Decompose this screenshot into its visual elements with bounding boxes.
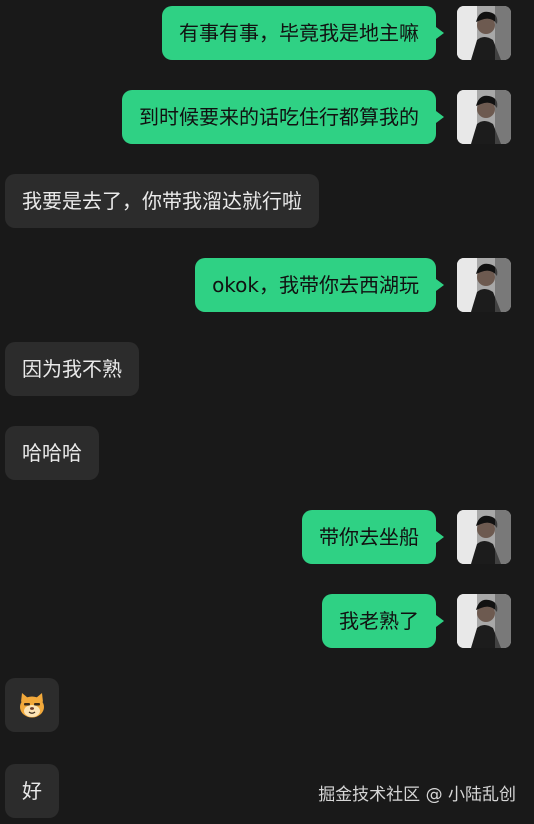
message-bubble-outgoing[interactable]: 到时候要来的话吃住行都算我的 [122, 90, 444, 144]
avatar[interactable] [457, 510, 511, 564]
message-bubble-incoming[interactable]: 因为我不熟 [5, 342, 139, 396]
message-bubble-incoming[interactable]: 我要是去了，你带我溜达就行啦 [5, 174, 319, 228]
message-bubble-outgoing[interactable]: okok，我带你去西湖玩 [195, 258, 444, 312]
message-row-outgoing: 到时候要来的话吃住行都算我的 [0, 90, 534, 144]
avatar[interactable] [457, 594, 511, 648]
avatar-photo-icon [457, 6, 511, 60]
message-row-outgoing: 带你去坐船 [0, 510, 534, 564]
avatar-photo-icon [457, 90, 511, 144]
message-row-incoming: 哈哈哈 [0, 426, 534, 480]
message-bubble-outgoing[interactable]: 有事有事，毕竟我是地主嘛 [162, 6, 444, 60]
watermark: 掘金技术社区 @ 小陆乱创 [318, 785, 516, 805]
message-row-incoming: 因为我不熟 [0, 342, 534, 396]
avatar[interactable] [457, 6, 511, 60]
avatar-photo-icon [457, 594, 511, 648]
message-row-outgoing: 有事有事，毕竟我是地主嘛 [0, 6, 534, 60]
message-row-outgoing: okok，我带你去西湖玩 [0, 258, 534, 312]
message-bubble-outgoing[interactable]: 我老熟了 [322, 594, 444, 648]
cat-face-emoji-icon [20, 693, 44, 718]
message-row-incoming: 我要是去了，你带我溜达就行啦 [0, 174, 534, 228]
avatar[interactable] [457, 90, 511, 144]
avatar-photo-icon [457, 258, 511, 312]
avatar[interactable] [457, 258, 511, 312]
message-bubble-incoming[interactable]: 哈哈哈 [5, 426, 99, 480]
message-row-incoming [0, 678, 534, 732]
message-bubble-emoji[interactable] [5, 678, 59, 732]
avatar-photo-icon [457, 510, 511, 564]
message-row-outgoing: 我老熟了 [0, 594, 534, 648]
message-bubble-incoming[interactable]: 好 [5, 764, 59, 818]
message-bubble-outgoing[interactable]: 带你去坐船 [302, 510, 444, 564]
